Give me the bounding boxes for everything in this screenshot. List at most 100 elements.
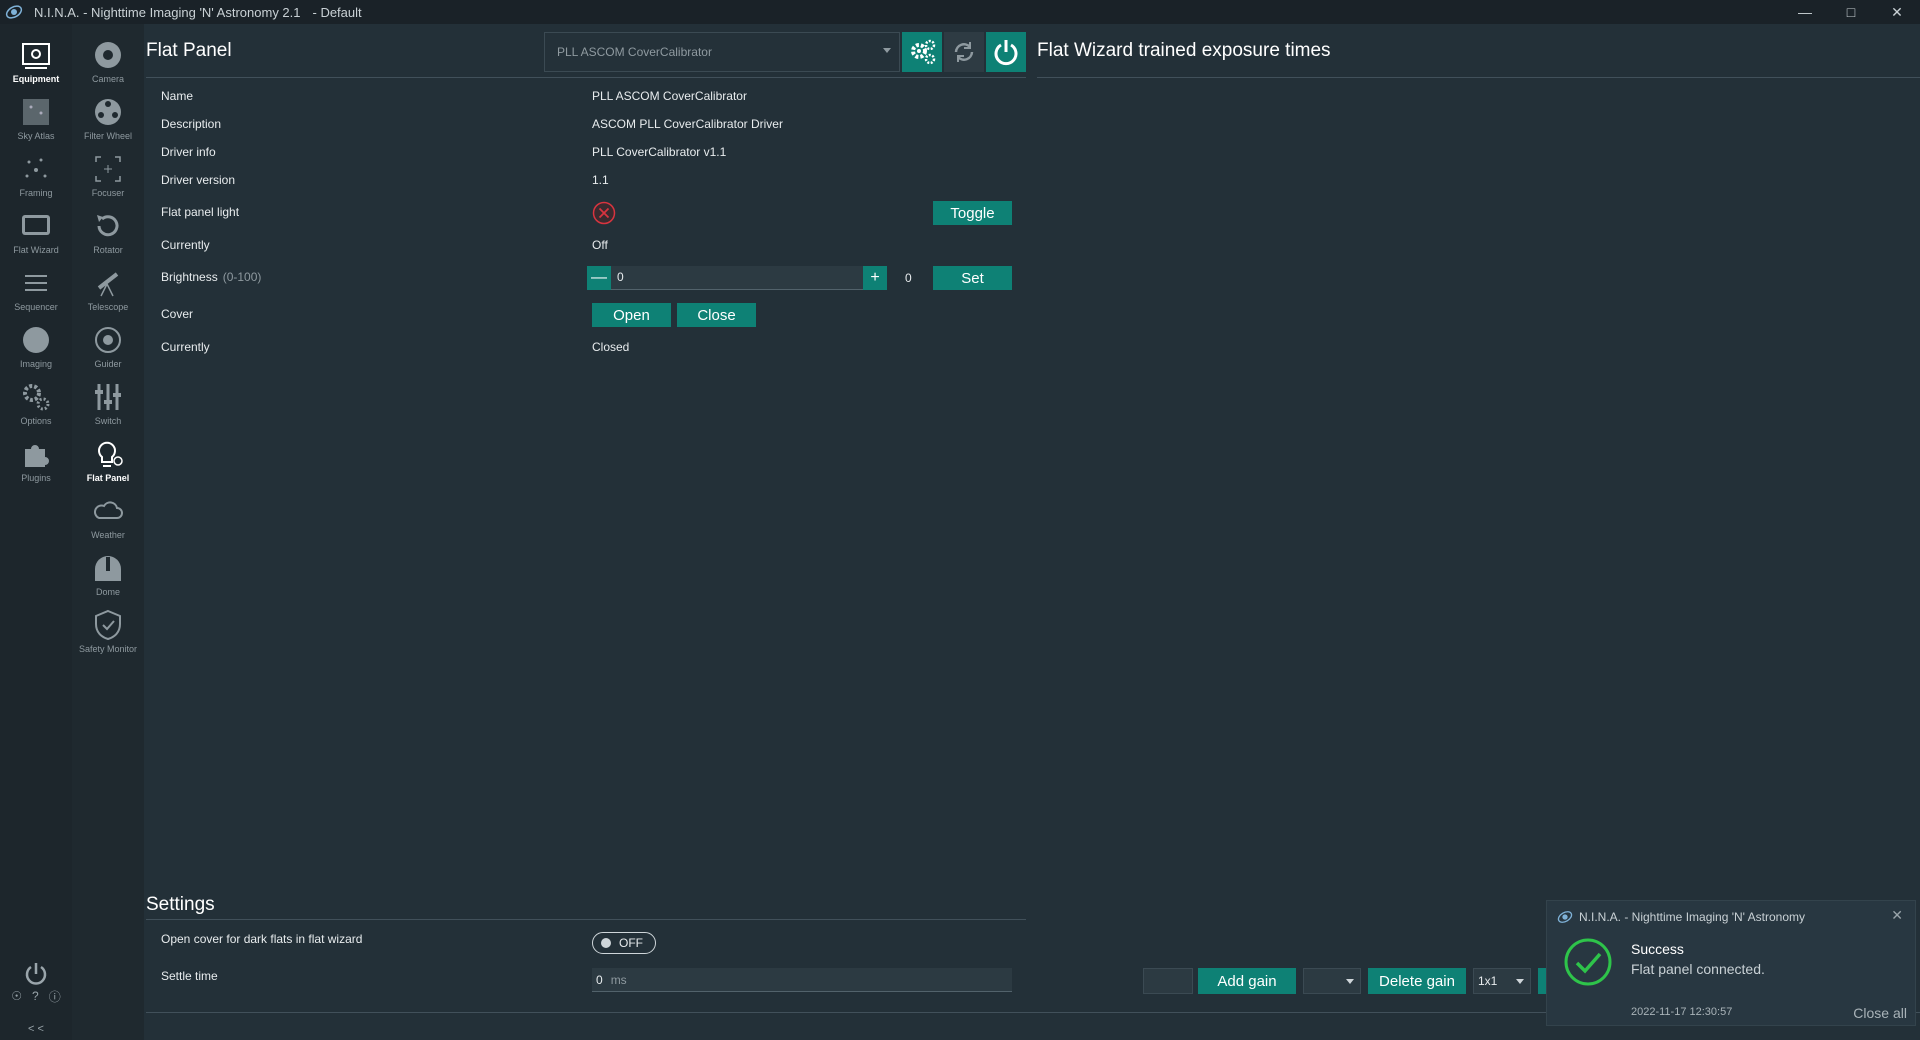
add-gain-button[interactable]: Add gain: [1198, 968, 1296, 994]
binning-value: 1x1: [1478, 974, 1498, 988]
toast-timestamp: 2022-11-17 12:30:57: [1631, 1006, 1733, 1018]
close-window-button[interactable]: ✕: [1874, 0, 1920, 24]
nav-safety-monitor[interactable]: Safety Monitor: [72, 602, 144, 658]
description-value: ASCOM PLL CoverCalibrator Driver: [592, 117, 783, 131]
close-all-button[interactable]: Close all: [1853, 1005, 1907, 1021]
title-bar: N.I.N.A. - Nighttime Imaging 'N' Astrono…: [0, 0, 1920, 24]
footer-icons: ☉ ? ⓘ: [0, 986, 72, 1006]
power-icon: [25, 963, 47, 985]
open-cover-dark-flats-label: Open cover for dark flats in flat wizard: [161, 932, 363, 946]
light-currently-label: Currently: [161, 238, 210, 252]
nav-flat-panel[interactable]: Flat Panel: [72, 431, 144, 487]
nav-label: Telescope: [87, 302, 129, 312]
disconnect-button[interactable]: [986, 32, 1026, 72]
gain-extra-button[interactable]: [1538, 968, 1546, 994]
nav-label: Safety Monitor: [78, 644, 138, 654]
gain-select[interactable]: [1303, 968, 1361, 994]
toast-title: Success: [1631, 941, 1684, 957]
close-icon[interactable]: ✕: [1891, 907, 1903, 924]
telescope-icon: [97, 272, 119, 297]
nav-framing[interactable]: Framing: [0, 146, 72, 202]
nav-telescope[interactable]: Telescope: [72, 260, 144, 316]
settings-header: Settings: [146, 894, 1026, 920]
sky-atlas-icon: [23, 99, 49, 125]
nav-weather[interactable]: Weather: [72, 488, 144, 544]
nav-guider[interactable]: Guider: [72, 317, 144, 373]
nav-switch[interactable]: Switch: [72, 374, 144, 430]
nav-sky-atlas[interactable]: Sky Atlas: [0, 89, 72, 145]
device-settings-button[interactable]: [902, 32, 942, 72]
nav-label: Sky Atlas: [17, 131, 55, 141]
collapse-nav-button[interactable]: < <: [0, 1020, 72, 1038]
flat-wizard-header: Flat Wizard trained exposure times: [1037, 30, 1920, 78]
nav-label: Flat Panel: [86, 473, 130, 483]
nav-filter-wheel[interactable]: Filter Wheel: [72, 89, 144, 145]
nav-label: Filter Wheel: [83, 131, 132, 141]
open-cover-dark-flats-toggle[interactable]: OFF: [592, 932, 656, 954]
toggle-knob: [601, 938, 611, 948]
cover-label: Cover: [161, 307, 194, 321]
help-icon[interactable]: ?: [32, 989, 39, 1003]
toast-app-name: N.I.N.A. - Nighttime Imaging 'N' Astrono…: [1579, 910, 1805, 924]
decrease-brightness-button[interactable]: —: [587, 266, 611, 290]
info-icon[interactable]: ⓘ: [49, 988, 61, 1005]
chevron-down-icon: [883, 48, 891, 53]
flat-panel-header: Flat Panel PLL ASCOM CoverCalibrator: [146, 30, 1026, 78]
nav-focuser[interactable]: Focuser: [72, 146, 144, 202]
settle-time-input[interactable]: 0 ms: [592, 968, 1012, 992]
camera-icon: [95, 42, 121, 68]
flat-panel-light-label: Flat panel light: [161, 205, 240, 219]
sequencer-icon: [25, 275, 47, 291]
binning-select[interactable]: 1x1: [1473, 968, 1531, 994]
switch-icon: [95, 384, 121, 410]
nav-label: Options: [20, 416, 52, 426]
brightness-label-text: Brightness: [161, 270, 218, 284]
cover-state-value: Closed: [592, 340, 630, 354]
refresh-devices-button[interactable]: [944, 32, 984, 72]
nav-equipment[interactable]: Equipment: [0, 32, 72, 88]
flat-wizard-title: Flat Wizard trained exposure times: [1037, 40, 1331, 61]
nav-imaging[interactable]: Imaging: [0, 317, 72, 373]
increase-brightness-button[interactable]: +: [863, 266, 887, 290]
nav-rotator[interactable]: Rotator: [72, 203, 144, 259]
brightness-input-value[interactable]: 0: [617, 270, 624, 284]
nav-dome[interactable]: Dome: [72, 545, 144, 601]
nav-label: Weather: [91, 530, 125, 540]
eye-icon[interactable]: ☉: [11, 989, 22, 1003]
check-circle-icon: [1564, 938, 1612, 986]
focuser-icon: [95, 156, 121, 182]
nav-label: Framing: [19, 188, 53, 198]
settle-time-value: 0: [596, 972, 603, 987]
rotator-icon: [97, 215, 119, 237]
nav-sequencer[interactable]: Sequencer: [0, 260, 72, 316]
nav-options[interactable]: Options: [0, 374, 72, 430]
settle-time-label: Settle time: [161, 969, 218, 983]
brightness-range: (0-100): [222, 270, 262, 284]
nav-label: Guider: [94, 359, 122, 369]
page-title: Flat Panel: [146, 40, 232, 61]
nina-logo-icon: [2, 0, 26, 24]
nav-plugins[interactable]: Plugins: [0, 431, 72, 487]
nav-flat-wizard[interactable]: Flat Wizard: [0, 203, 72, 259]
settle-time-unit: ms: [610, 972, 627, 987]
nina-logo-icon: [1557, 911, 1573, 923]
device-selector[interactable]: PLL ASCOM CoverCalibrator: [544, 32, 900, 72]
nav-label: Dome: [95, 587, 120, 597]
brightness-stepper[interactable]: — 0 +: [587, 266, 887, 290]
maximize-button[interactable]: □: [1828, 0, 1874, 24]
chevron-down-icon: [1516, 979, 1524, 984]
open-cover-button[interactable]: Open: [592, 303, 671, 327]
primary-nav: Equipment Sky Atlas Framing Flat Wizard …: [0, 24, 72, 1040]
nav-camera[interactable]: Camera: [72, 32, 144, 88]
gear-icon: [911, 39, 936, 65]
toggle-light-button[interactable]: Toggle: [933, 201, 1012, 225]
options-icon: [23, 384, 50, 411]
nav-label: Sequencer: [14, 302, 58, 312]
close-cover-button[interactable]: Close: [677, 303, 756, 327]
description-label: Description: [161, 117, 222, 131]
light-state-value: Off: [592, 238, 608, 252]
gain-input[interactable]: [1143, 968, 1193, 994]
set-brightness-button[interactable]: Set: [933, 266, 1012, 290]
delete-gain-button[interactable]: Delete gain: [1368, 968, 1466, 994]
minimize-button[interactable]: —: [1782, 0, 1828, 24]
